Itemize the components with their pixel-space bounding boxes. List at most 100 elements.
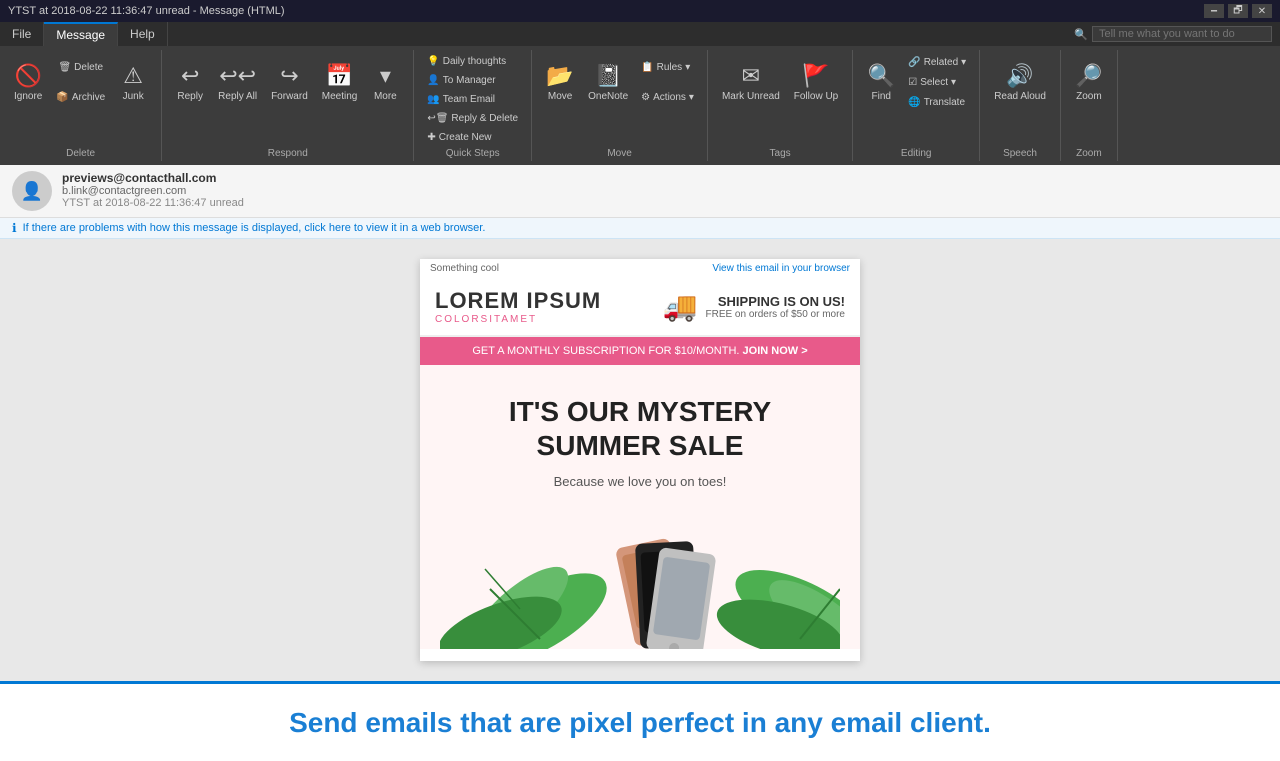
- ignore-icon: 🚫: [14, 63, 41, 89]
- actions-button[interactable]: ⚙ Actions ▾: [636, 88, 699, 106]
- actions-icon: ⚙: [641, 92, 650, 103]
- meeting-button[interactable]: 📅 Meeting: [316, 52, 364, 112]
- bottom-banner: Send emails that are pixel perfect in an…: [0, 681, 1280, 761]
- to-manager-button[interactable]: 👤 To Manager: [422, 71, 500, 89]
- forward-button[interactable]: ↪ Forward: [265, 52, 314, 112]
- bottom-banner-text: Send emails that are pixel perfect in an…: [289, 707, 991, 739]
- more-icon: ▾: [380, 63, 391, 89]
- ribbon-group-respond: ↩ Reply ↩↩ Reply All ↪ Forward 📅 Meeting…: [162, 50, 414, 161]
- email-header: 👤 previews@contacthall.com b.link@contac…: [0, 165, 1280, 218]
- ribbon-group-delete: 🚫 Ignore 🗑 Delete 📦 Archive: [0, 50, 162, 161]
- rules-dropdown-icon: ▾: [685, 62, 690, 73]
- related-icon: 🔗: [908, 57, 920, 68]
- maximize-button[interactable]: 🗗: [1228, 4, 1248, 18]
- tropical-svg: [440, 509, 840, 649]
- related-dropdown-icon: ▾: [961, 57, 966, 68]
- speech-group-label: Speech: [1003, 148, 1037, 159]
- more-button[interactable]: ▾ More: [365, 52, 405, 112]
- reply-delete-icon: ↩🗑: [427, 113, 448, 124]
- daily-thoughts-button[interactable]: 💡 Daily thoughts: [422, 52, 511, 70]
- reply-button[interactable]: ↩ Reply: [170, 52, 210, 112]
- email-to: b.link@contactgreen.com: [62, 185, 1268, 197]
- mark-unread-button[interactable]: ✉ Mark Unread: [716, 52, 786, 112]
- respond-group-label: Respond: [268, 148, 308, 159]
- create-new-icon: ✚: [427, 132, 435, 143]
- respond-buttons: ↩ Reply ↩↩ Reply All ↪ Forward 📅 Meeting…: [170, 52, 405, 146]
- reply-all-button[interactable]: ↩↩ Reply All: [212, 52, 263, 112]
- ignore-button[interactable]: 🚫 Ignore: [8, 52, 48, 112]
- quicksteps-group-label: Quick Steps: [446, 148, 500, 159]
- delete-group-label: Delete: [66, 148, 95, 159]
- find-button[interactable]: 🔍 Find: [861, 52, 901, 112]
- translate-button[interactable]: 🌐 Translate: [903, 93, 971, 111]
- rules-button[interactable]: 📋 Rules ▾: [636, 58, 699, 76]
- tab-message[interactable]: Message: [44, 22, 118, 46]
- ribbon-body: 🚫 Ignore 🗑 Delete 📦 Archive: [0, 46, 1280, 165]
- window-controls: 🗕 🗗 ✕: [1204, 4, 1272, 18]
- tropical-scene: [440, 509, 840, 649]
- shipping-text: SHIPPING IS ON US! FREE on orders of $50…: [705, 294, 845, 320]
- team-email-button[interactable]: 👥 Team Email: [422, 90, 500, 108]
- tab-file[interactable]: File: [0, 22, 44, 46]
- read-aloud-button[interactable]: 🔊 Read Aloud: [988, 52, 1052, 112]
- delete-button[interactable]: 🗑 Delete: [50, 53, 111, 81]
- zoom-button[interactable]: 🔎 Zoom: [1069, 52, 1109, 112]
- onenote-button[interactable]: 📓 OneNote: [582, 52, 634, 112]
- junk-icon: ⚠: [123, 63, 143, 89]
- editing-small-stack: 🔗 Related ▾ ☑ Select ▾ 🌐 Translate: [903, 52, 971, 112]
- title-bar: YTST at 2018-08-22 11:36:47 unread - Mes…: [0, 0, 1280, 22]
- email-content-area: Something cool View this email in your b…: [0, 239, 1280, 681]
- ribbon-tabs: File Message Help 🔍: [0, 22, 1280, 46]
- view-browser-link[interactable]: View this email in your browser: [712, 263, 850, 274]
- reply-delete-button[interactable]: ↩🗑 Reply & Delete: [422, 109, 523, 127]
- email-from: previews@contacthall.com: [62, 171, 1268, 185]
- promo-bar: GET A MONTHLY SUBSCRIPTION FOR $10/MONTH…: [420, 337, 860, 365]
- create-new-button[interactable]: ✚ Create New: [422, 128, 496, 146]
- zoom-icon: 🔎: [1075, 63, 1102, 89]
- read-aloud-icon: 🔊: [1006, 63, 1033, 89]
- junk-button[interactable]: ⚠ Junk: [113, 52, 153, 112]
- hero-subtitle: Because we love you on toes!: [440, 474, 840, 489]
- ribbon-group-editing: 🔍 Find 🔗 Related ▾ ☑ Select ▾ 🌐 Translat…: [853, 50, 980, 161]
- ribbon-group-speech: 🔊 Read Aloud Speech: [980, 50, 1061, 161]
- delete-stack: 🗑 Delete 📦 Archive: [50, 52, 111, 112]
- tags-group-label: Tags: [770, 148, 791, 159]
- email-brand-bar: LOREM IPSUM COLORSITAMET 🚚 SHIPPING IS O…: [420, 278, 860, 337]
- archive-button[interactable]: 📦 Archive: [50, 83, 111, 111]
- tags-buttons: ✉ Mark Unread 🚩 Follow Up: [716, 52, 844, 146]
- sender-avatar: 👤: [12, 171, 52, 211]
- find-icon: 🔍: [868, 63, 895, 89]
- move-button[interactable]: 📂 Move: [540, 52, 580, 112]
- daily-thoughts-icon: 💡: [427, 56, 439, 67]
- tab-help[interactable]: Help: [118, 22, 168, 46]
- ribbon-search-input[interactable]: [1092, 26, 1272, 42]
- email-meta: previews@contacthall.com b.link@contactg…: [62, 171, 1268, 209]
- ribbon-group-tags: ✉ Mark Unread 🚩 Follow Up Tags: [708, 50, 853, 161]
- translate-icon: 🌐: [908, 97, 920, 108]
- promo-cta[interactable]: JOIN NOW >: [743, 345, 808, 357]
- follow-up-button[interactable]: 🚩 Follow Up: [788, 52, 844, 112]
- speech-buttons: 🔊 Read Aloud: [988, 52, 1052, 146]
- ribbon-group-zoom: 🔎 Zoom Zoom: [1061, 50, 1118, 161]
- editing-group-label: Editing: [901, 148, 932, 159]
- email-subject: Something cool: [430, 263, 499, 274]
- hero-title: IT'S OUR MYSTERY SUMMER SALE: [440, 395, 840, 462]
- select-icon: ☑: [908, 77, 917, 88]
- window-title: YTST at 2018-08-22 11:36:47 unread - Mes…: [8, 5, 285, 17]
- select-dropdown-icon: ▾: [951, 77, 956, 88]
- search-icon: 🔍: [1074, 28, 1088, 41]
- info-icon: ℹ: [12, 221, 17, 235]
- shipping-info: 🚚 SHIPPING IS ON US! FREE on orders of $…: [663, 290, 845, 323]
- info-bar[interactable]: ℹ If there are problems with how this me…: [0, 218, 1280, 239]
- zoom-group-label: Zoom: [1076, 148, 1102, 159]
- related-button[interactable]: 🔗 Related ▾: [903, 53, 971, 71]
- minimize-button[interactable]: 🗕: [1204, 4, 1224, 18]
- brand-tagline: COLORSITAMET: [435, 314, 601, 325]
- move-small-stack: 📋 Rules ▾ ⚙ Actions ▾: [636, 52, 699, 112]
- select-button[interactable]: ☑ Select ▾: [903, 73, 971, 91]
- close-button[interactable]: ✕: [1252, 4, 1272, 18]
- actions-dropdown-icon: ▾: [689, 92, 694, 103]
- brand-name: LOREM IPSUM: [435, 288, 601, 314]
- zoom-buttons: 🔎 Zoom: [1069, 52, 1109, 146]
- ribbon-group-move: 📂 Move 📓 OneNote 📋 Rules ▾ ⚙ Actions ▾: [532, 50, 708, 161]
